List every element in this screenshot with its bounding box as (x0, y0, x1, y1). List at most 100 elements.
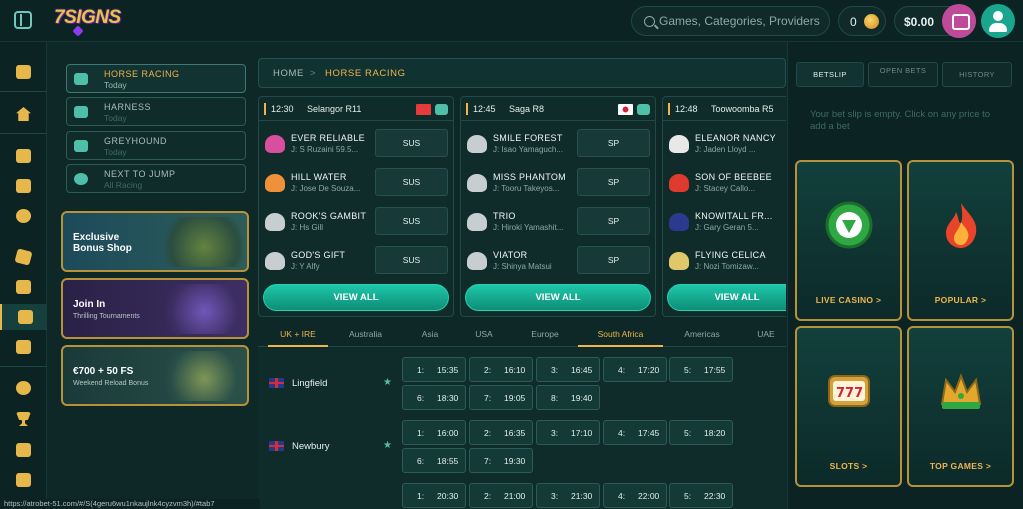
runner-row: ELEANOR NANCY J: Jaden Lloyd ... (663, 127, 786, 165)
race-time-slot[interactable]: 5: 17:55 (669, 357, 733, 382)
runner-name: FLYING CELICA (695, 250, 766, 260)
odds-button[interactable]: SUS (375, 168, 448, 196)
view-all-button[interactable]: VIEW ALL (263, 284, 449, 311)
slot-time: 21:30 (571, 491, 593, 501)
jockey-silk-icon (265, 213, 285, 231)
race-time-slot[interactable]: 6: 18:30 (402, 385, 466, 410)
tab-asia[interactable]: Asia (410, 321, 450, 347)
runner-name: EVER RELIABLE (291, 133, 365, 143)
rail-item-live[interactable] (0, 334, 47, 360)
site-logo[interactable]: 7SIGNS (54, 7, 121, 29)
promo-reload-bonus[interactable]: €700 + 50 FS Weekend Reload Bonus (61, 345, 249, 406)
race-time-slot[interactable]: 5: 22:30 (669, 483, 733, 508)
rail-item-table-games[interactable] (0, 244, 47, 270)
race-time-slot[interactable]: 8: 19:40 (536, 385, 600, 410)
coins-counter[interactable]: 0 (838, 6, 886, 36)
slot-time: 20:30 (437, 491, 459, 501)
race-time-slot[interactable]: 7: 19:30 (469, 448, 533, 473)
subnav-greyhound[interactable]: GREYHOUND Today (66, 131, 246, 160)
race-time-slot[interactable]: 2: 16:10 (469, 357, 533, 382)
race-header[interactable]: 12:45 Saga R8 (461, 97, 655, 121)
jockey-name: J: Shinya Matsui (493, 262, 552, 271)
rail-item-sports[interactable] (0, 143, 47, 169)
wallet-button[interactable] (942, 4, 976, 38)
tab-europe[interactable]: Europe (520, 321, 570, 347)
race-time-slot[interactable]: 3: 16:45 (536, 357, 600, 382)
meeting-name[interactable]: Newbury (292, 441, 330, 452)
odds-button[interactable]: SP (577, 168, 650, 196)
rail-item-vip[interactable] (0, 375, 47, 401)
race-time-slot[interactable]: 4: 17:20 (603, 357, 667, 382)
race-time-slot[interactable]: 1: 16:00 (402, 420, 466, 445)
tab-south-africa[interactable]: South Africa (578, 321, 663, 347)
rail-item-tournaments[interactable] (0, 406, 47, 432)
subnav-horse-racing[interactable]: HORSE RACING Today (66, 64, 246, 93)
runner-row: TRIO J: Hiroki Yamashit... SP (461, 205, 655, 243)
breadcrumb-home[interactable]: HOME (273, 68, 304, 79)
promo-tournaments[interactable]: Join In Thrilling Tournaments (61, 278, 249, 339)
search-box[interactable] (631, 6, 830, 36)
rail-item-shop[interactable] (0, 467, 47, 493)
characters-image (157, 351, 243, 401)
tab-open-bets[interactable]: OPEN BETS (868, 62, 938, 87)
slot-race-number: 3: (551, 491, 559, 501)
view-all-button[interactable]: VIEW ALL (667, 284, 786, 311)
clover-icon (16, 209, 31, 223)
tab-uae[interactable]: UAE (748, 321, 784, 347)
tab-betslip[interactable]: BETSLIP (796, 62, 864, 87)
odds-button[interactable]: SP (577, 246, 650, 274)
race-time-slot[interactable]: 1: 20:30 (402, 483, 466, 508)
race-time-slot[interactable]: 7: 19:05 (469, 385, 533, 410)
tab-americas[interactable]: Americas (674, 321, 730, 347)
rail-item-jackpots[interactable] (0, 274, 47, 300)
race-time-slot[interactable]: 3: 21:30 (536, 483, 600, 508)
race-time-slot[interactable]: 4: 17:45 (603, 420, 667, 445)
subnav-sub: Today (104, 113, 127, 123)
race-time-slot[interactable]: 4: 22:00 (603, 483, 667, 508)
odds-button[interactable]: SUS (375, 246, 448, 274)
subnav-harness[interactable]: HARNESS Today (66, 97, 246, 126)
odds-button[interactable]: SP (577, 129, 650, 157)
subnav-next-to-jump[interactable]: NEXT TO JUMP All Racing (66, 164, 246, 193)
slot-race-number: 6: (417, 456, 425, 466)
game-tile-live-casino[interactable]: LIVE CASINO > (795, 160, 902, 321)
meeting-name[interactable]: Lingfield (292, 378, 327, 389)
profile-button[interactable] (981, 4, 1015, 38)
race-time-slot[interactable]: 2: 16:35 (469, 420, 533, 445)
favorite-star-icon[interactable]: ★ (383, 377, 392, 388)
promo-bonus-shop[interactable]: Exclusive Bonus Shop (61, 211, 249, 272)
search-input[interactable] (659, 12, 824, 30)
race-time-slot[interactable]: 1: 15:35 (402, 357, 466, 382)
race-header[interactable]: 12:30 Selangor R11 (259, 97, 453, 121)
race-header[interactable]: 12:48 Toowoomba R5 (663, 97, 786, 121)
race-time-slot[interactable]: 2: 21:00 (469, 483, 533, 508)
jockey-name: J: S Ruzaini 59.5... (291, 145, 359, 154)
game-tile-slots[interactable]: 777 SLOTS > (795, 326, 902, 487)
rail-item-home[interactable] (0, 101, 47, 127)
game-tile-popular[interactable]: POPULAR > (907, 160, 1014, 321)
race-time-slot[interactable]: 3: 17:10 (536, 420, 600, 445)
game-tile-label: TOP GAMES > (929, 461, 992, 471)
tab-australia[interactable]: Australia (338, 321, 393, 347)
view-all-button[interactable]: VIEW ALL (465, 284, 651, 311)
slot-race-number: 5: (684, 365, 692, 375)
tab-history[interactable]: HISTORY (942, 62, 1012, 87)
rail-item-lucky[interactable] (0, 203, 47, 229)
rail-item-horse-racing[interactable] (0, 304, 47, 330)
rail-item-rewards[interactable] (0, 437, 47, 463)
tab-usa[interactable]: USA (464, 321, 504, 347)
slot-machine-icon: 777 (828, 375, 870, 407)
game-tile-top-games[interactable]: TOP GAMES > (907, 326, 1014, 487)
rail-item-promotions[interactable] (0, 59, 47, 85)
odds-button[interactable]: SP (577, 207, 650, 235)
odds-button[interactable]: SUS (375, 207, 448, 235)
slot-time: 19:30 (504, 456, 526, 466)
tab-uk-ire[interactable]: UK + IRE (268, 321, 328, 347)
rail-item-casino[interactable] (0, 173, 47, 199)
favorite-star-icon[interactable]: ★ (383, 440, 392, 451)
race-time-slot[interactable]: 5: 18:20 (669, 420, 733, 445)
odds-button[interactable]: SUS (375, 129, 448, 157)
race-time-slot[interactable]: 6: 18:55 (402, 448, 466, 473)
sidebar-toggle-icon[interactable] (14, 11, 32, 29)
browser-status-bar: https://atrobet-51.com/#/S(4geru6wu1nkau… (0, 499, 260, 509)
